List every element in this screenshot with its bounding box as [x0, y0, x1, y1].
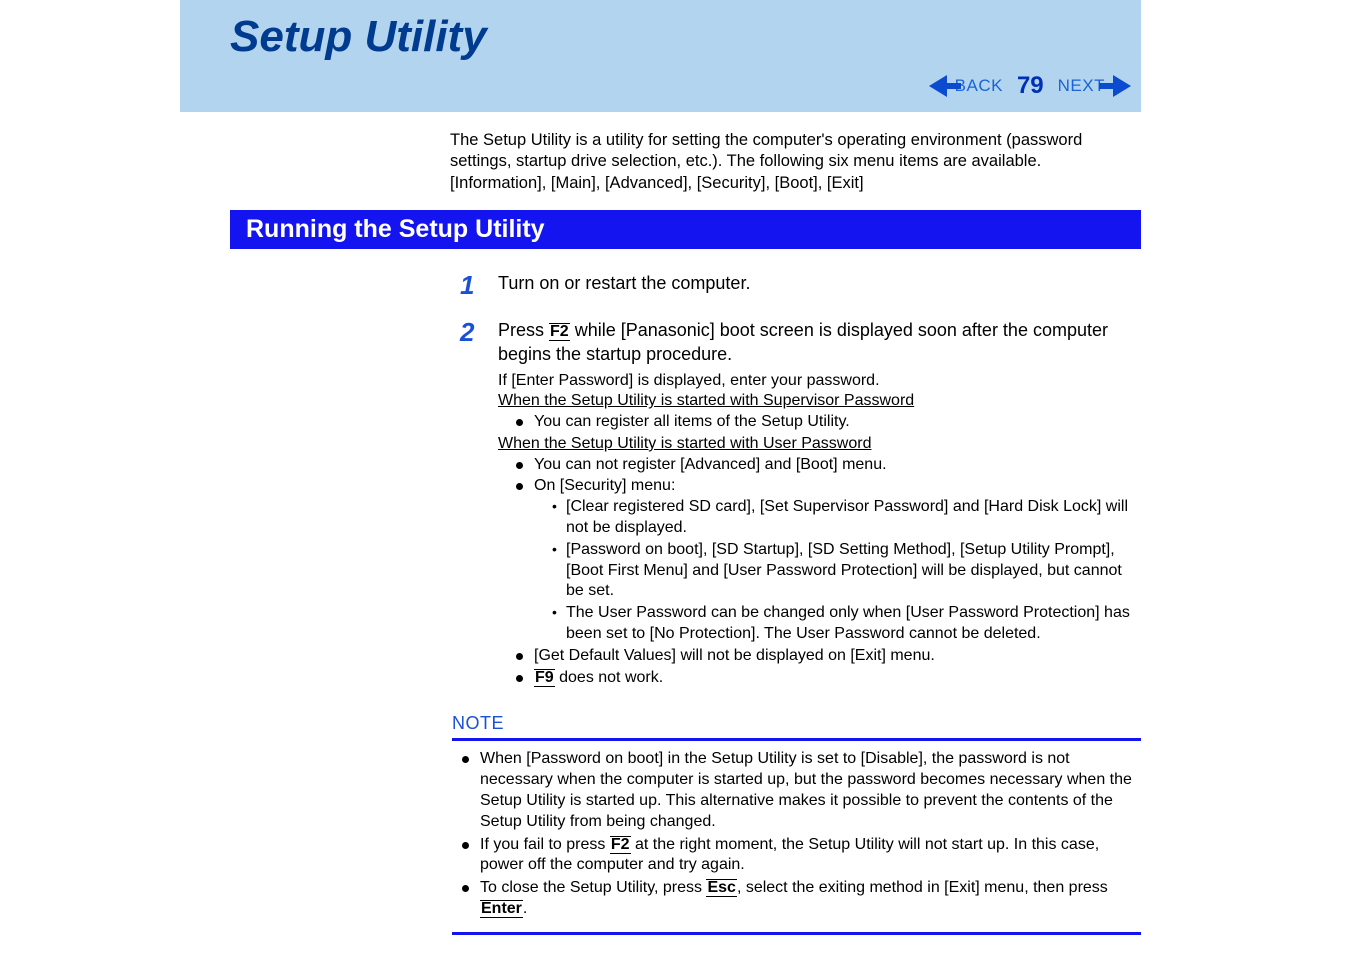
note-section: NOTE When [Password on boot] in the Setu…: [452, 713, 1141, 934]
security-sublist: [Clear registered SD card], [Set Supervi…: [552, 497, 1141, 645]
step-number: 1: [460, 271, 498, 300]
intro-line2: [Information], [Main], [Advanced], [Secu…: [450, 174, 864, 192]
section-heading: Running the Setup Utility: [230, 210, 1141, 249]
step-1: 1 Turn on or restart the computer.: [460, 271, 1141, 300]
note-list: When [Password on boot] in the Setup Uti…: [452, 749, 1141, 919]
back-link[interactable]: BACK: [955, 76, 1003, 96]
list-item: When [Password on boot] in the Setup Uti…: [452, 749, 1141, 832]
list-item: [Get Default Values] will not be display…: [516, 646, 1141, 667]
f2-key-icon: F2: [549, 323, 570, 341]
steps: 1 Turn on or restart the computer. 2 Pre…: [460, 271, 1141, 689]
list-item: If you fail to press F2 at the right mom…: [452, 835, 1141, 877]
list-item: You can register all items of the Setup …: [516, 412, 1141, 433]
list-item: [Password on boot], [SD Startup], [SD Se…: [552, 540, 1141, 602]
step2-sub1: If [Enter Password] is displayed, enter …: [498, 372, 880, 389]
f9-text: does not work.: [555, 669, 664, 686]
nav-controls: BACK 79 NEXT: [929, 72, 1131, 100]
step-body: Press F2 while [Panasonic] boot screen i…: [498, 318, 1141, 690]
step2-sub: If [Enter Password] is displayed, enter …: [498, 371, 1141, 689]
page-title: Setup Utility: [230, 12, 1141, 62]
note2-a: If you fail to press: [480, 836, 610, 853]
header-bar: Setup Utility BACK 79 NEXT: [180, 0, 1141, 112]
security-menu-label: On [Security] menu:: [534, 477, 675, 494]
list-item: On [Security] menu: [Clear registered SD…: [516, 476, 1141, 644]
list-item: [Clear registered SD card], [Set Supervi…: [552, 497, 1141, 539]
f2-key-icon: F2: [610, 836, 631, 854]
page-container: Setup Utility BACK 79 NEXT The Setup Uti…: [180, 0, 1141, 935]
step-number: 2: [460, 318, 498, 690]
supervisor-list: You can register all items of the Setup …: [516, 412, 1141, 433]
list-item: You can not register [Advanced] and [Boo…: [516, 455, 1141, 476]
next-link[interactable]: NEXT: [1058, 76, 1105, 96]
intro-text: The Setup Utility is a utility for setti…: [450, 130, 1141, 194]
note3-c: .: [523, 900, 527, 917]
list-item: To close the Setup Utility, press Esc, s…: [452, 878, 1141, 920]
note3-a: To close the Setup Utility, press: [480, 879, 706, 896]
page-number: 79: [1017, 72, 1044, 100]
content: The Setup Utility is a utility for setti…: [180, 112, 1141, 935]
step2-mid: while [Panasonic] boot screen is display…: [498, 320, 1108, 364]
next-arrow-icon[interactable]: [1113, 75, 1131, 97]
user-heading: When the Setup Utility is started with U…: [498, 435, 871, 452]
list-item: F9 does not work.: [516, 668, 1141, 689]
back-arrow-icon[interactable]: [929, 75, 947, 97]
step-2: 2 Press F2 while [Panasonic] boot screen…: [460, 318, 1141, 690]
list-item: The User Password can be changed only wh…: [552, 603, 1141, 645]
note3-b: , select the exiting method in [Exit] me…: [737, 879, 1108, 896]
step2-prefix: Press: [498, 320, 549, 340]
note-label: NOTE: [452, 713, 1141, 734]
supervisor-heading: When the Setup Utility is started with S…: [498, 392, 914, 409]
intro-line1: The Setup Utility is a utility for setti…: [450, 131, 1082, 170]
step-body: Turn on or restart the computer.: [498, 271, 1141, 300]
esc-key-icon: Esc: [706, 879, 736, 897]
note-body: When [Password on boot] in the Setup Uti…: [452, 738, 1141, 934]
f9-key-icon: F9: [534, 669, 555, 687]
user-list: You can not register [Advanced] and [Boo…: [516, 455, 1141, 689]
enter-key-icon: Enter: [480, 900, 523, 918]
